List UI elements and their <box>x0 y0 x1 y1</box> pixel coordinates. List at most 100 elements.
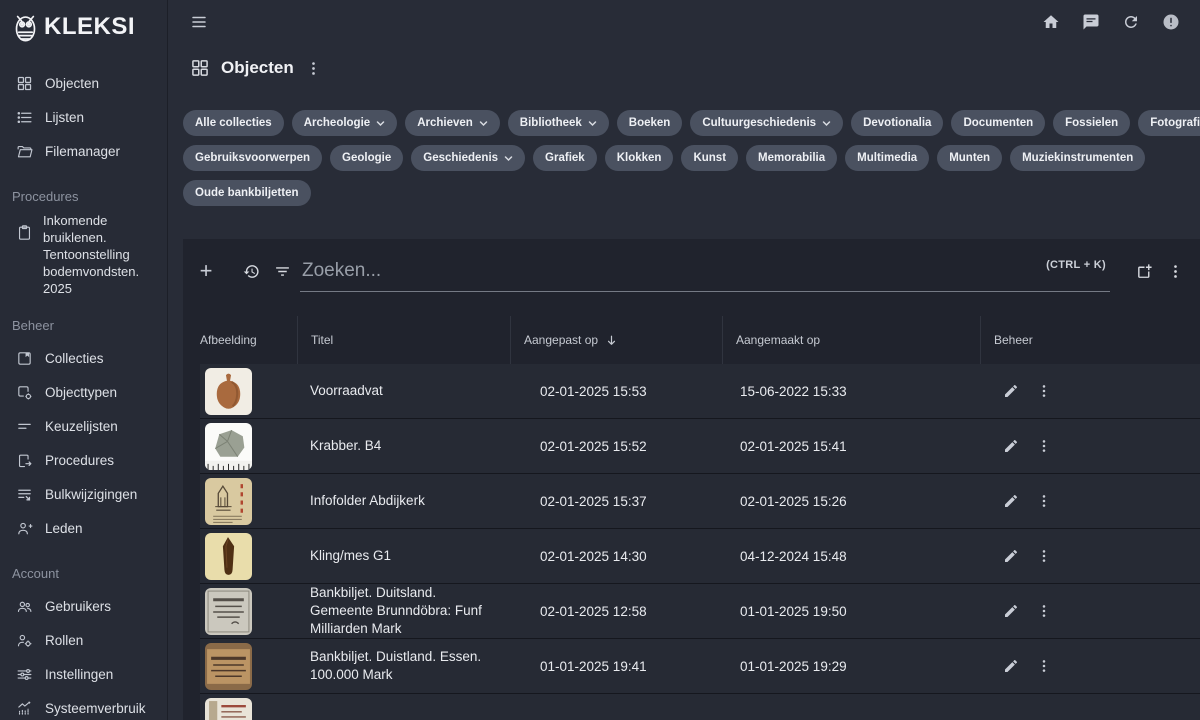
filter-chip-documenten[interactable]: Documenten <box>951 110 1045 136</box>
filter-chip-geologie[interactable]: Geologie <box>330 145 403 171</box>
chip-row: Oude bankbiljetten <box>183 180 1200 206</box>
search-input[interactable] <box>300 260 1110 282</box>
filter-chip-alle-collecties[interactable]: Alle collecties <box>183 110 284 136</box>
table-row[interactable]: Bankbiljet. Duitsland. Gemeente Brunndöb… <box>200 584 1200 639</box>
filter-chip-kunst[interactable]: Kunst <box>681 145 738 171</box>
alert-icon <box>1162 13 1180 31</box>
sidebar-item-rollen[interactable]: Rollen <box>0 623 167 657</box>
sidebar-item-objecten[interactable]: Objecten <box>0 66 167 100</box>
table-row[interactable] <box>200 694 1200 720</box>
edit-button[interactable] <box>1003 548 1019 564</box>
collection-filters: Alle collecties Archeologie Archieven Bi… <box>168 80 1200 206</box>
cell-title: Krabber. B4 <box>297 437 510 455</box>
clipboard-arrow-icon <box>16 452 33 469</box>
sidebar-item-filemanager[interactable]: Filemanager <box>0 134 167 168</box>
filter-chip-boeken[interactable]: Boeken <box>617 110 683 136</box>
row-menu-button[interactable] <box>1036 548 1052 564</box>
filter-chip-archeologie[interactable]: Archeologie <box>292 110 397 136</box>
folder-icon <box>16 143 33 160</box>
brand-logo[interactable]: KLEKSI <box>0 10 167 42</box>
column-header-afbeelding[interactable]: Afbeelding <box>183 316 297 364</box>
filter-chip-munten[interactable]: Munten <box>937 145 1002 171</box>
kebab-icon <box>1036 383 1052 399</box>
page-title: Objecten <box>221 58 294 78</box>
filter-button[interactable] <box>274 263 291 280</box>
search-menu-button[interactable] <box>1167 263 1184 280</box>
row-menu-button[interactable] <box>1036 493 1052 509</box>
filter-chip-muziekinstrumenten[interactable]: Muziekinstrumenten <box>1010 145 1145 171</box>
page-menu-button[interactable] <box>305 60 322 77</box>
sidebar-item-gebruikers[interactable]: Gebruikers <box>0 589 167 623</box>
sidebar-item-leden[interactable]: Leden <box>0 511 167 545</box>
object-thumbnail-clay-pot[interactable] <box>205 368 252 415</box>
row-menu-button[interactable] <box>1036 658 1052 674</box>
add-object-button[interactable]: + <box>183 258 229 284</box>
table-row[interactable]: Voorraadvat 02-01-2025 15:53 15-06-2022 … <box>200 364 1200 419</box>
sidebar-item-collecties[interactable]: Collecties <box>0 341 167 375</box>
table-row[interactable]: Kling/mes G1 02-01-2025 14:30 04-12-2024… <box>200 529 1200 584</box>
add-to-list-button[interactable] <box>1136 263 1153 280</box>
hamburger-icon <box>190 13 208 31</box>
row-menu-button[interactable] <box>1036 438 1052 454</box>
column-header-titel[interactable]: Titel <box>297 316 510 364</box>
edit-button[interactable] <box>1003 658 1019 674</box>
person-add-icon <box>16 520 33 537</box>
sidebar-item-objecttypen[interactable]: Objecttypen <box>0 375 167 409</box>
sidebar-item-keuzelijsten[interactable]: Keuzelijsten <box>0 409 167 443</box>
table-row[interactable]: Infofolder Abdijkerk 02-01-2025 15:37 02… <box>200 474 1200 529</box>
sidebar-item-label: Gebruikers <box>45 599 111 614</box>
refresh-button[interactable] <box>1122 13 1140 31</box>
filter-chip-fossielen[interactable]: Fossielen <box>1053 110 1130 136</box>
edit-button[interactable] <box>1003 603 1019 619</box>
row-menu-button[interactable] <box>1036 383 1052 399</box>
kebab-icon <box>1036 493 1052 509</box>
column-header-aangepast-op[interactable]: Aangepast op <box>510 316 722 364</box>
search-history-button[interactable] <box>243 263 260 280</box>
filter-chip-gebruiksvoorwerpen[interactable]: Gebruiksvoorwerpen <box>183 145 322 171</box>
filter-chip-memorabilia[interactable]: Memorabilia <box>746 145 837 171</box>
filter-chip-cultuurgeschiedenis[interactable]: Cultuurgeschiedenis <box>690 110 843 136</box>
row-actions <box>980 548 1200 564</box>
edit-button[interactable] <box>1003 438 1019 454</box>
filter-chip-fotografie[interactable]: Fotografie <box>1138 110 1200 136</box>
edit-button[interactable] <box>1003 493 1019 509</box>
chat-icon <box>1082 13 1100 31</box>
edit-button[interactable] <box>1003 383 1019 399</box>
filter-chip-multimedia[interactable]: Multimedia <box>845 145 929 171</box>
filter-chip-grafiek[interactable]: Grafiek <box>533 145 597 171</box>
object-thumbnail-banknote-gray[interactable] <box>205 588 252 635</box>
menu-button[interactable] <box>190 13 208 31</box>
sidebar-item-procedures[interactable]: Procedures <box>0 443 167 477</box>
object-thumbnail-leaflet[interactable] <box>205 478 252 525</box>
filter-chip-oude-bankbiljetten[interactable]: Oude bankbiljetten <box>183 180 311 206</box>
sidebar-item-bulkwijzigingen[interactable]: Bulkwijzigingen <box>0 477 167 511</box>
sidebar-item-systeemverbruik[interactable]: Systeemverbruik <box>0 691 167 720</box>
column-header-aangemaakt-op[interactable]: Aangemaakt op <box>722 316 980 364</box>
object-thumbnail-banknote-brown[interactable] <box>205 643 252 690</box>
filter-chip-archieven[interactable]: Archieven <box>405 110 500 136</box>
object-thumbnail-blade[interactable] <box>205 533 252 580</box>
row-menu-button[interactable] <box>1036 603 1052 619</box>
filter-chip-bibliotheek[interactable]: Bibliotheek <box>508 110 609 136</box>
table-row[interactable]: Krabber. B4 02-01-2025 15:52 02-01-2025 … <box>200 419 1200 474</box>
procedure-label: Inkomende bruiklenen. Tentoonstelling bo… <box>43 212 159 297</box>
person-gear-icon <box>16 632 33 649</box>
alerts-button[interactable] <box>1162 13 1180 31</box>
object-thumbnail-banknote-partial[interactable] <box>205 698 252 720</box>
sidebar-item-label: Lijsten <box>45 110 84 125</box>
chevron-down-icon <box>504 154 513 163</box>
sidebar-item-lijsten[interactable]: Lijsten <box>0 100 167 134</box>
sidebar-item-instellingen[interactable]: Instellingen <box>0 657 167 691</box>
sidebar-item-procedure[interactable]: Inkomende bruiklenen. Tentoonstelling bo… <box>0 212 167 297</box>
row-actions <box>980 603 1200 619</box>
home-button[interactable] <box>1042 13 1060 31</box>
table-row[interactable]: Bankbiljet. Duistland. Essen. 100.000 Ma… <box>200 639 1200 694</box>
filter-chip-devotionalia[interactable]: Devotionalia <box>851 110 943 136</box>
filter-chip-klokken[interactable]: Klokken <box>605 145 674 171</box>
note-add-icon <box>1136 263 1153 280</box>
filter-chip-geschiedenis[interactable]: Geschiedenis <box>411 145 525 171</box>
messages-button[interactable] <box>1082 13 1100 31</box>
sort-desc-icon <box>605 334 618 347</box>
list-icon <box>16 109 33 126</box>
object-thumbnail-stone[interactable] <box>205 423 252 470</box>
